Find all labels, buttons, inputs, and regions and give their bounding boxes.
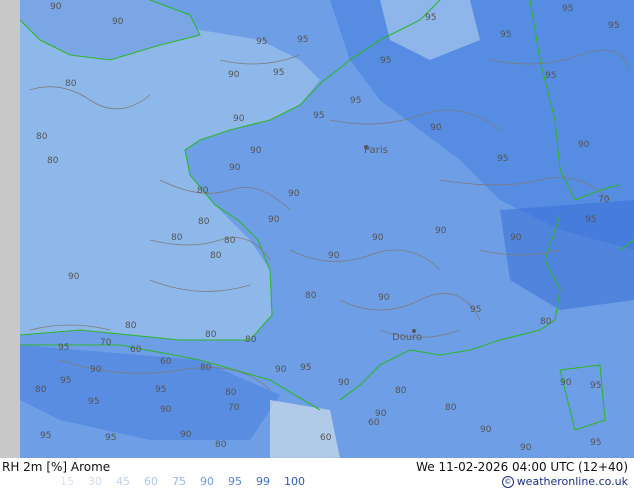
contour-value-label: 90	[328, 251, 340, 261]
scale-value: 60	[144, 475, 158, 488]
scale-value: 45	[116, 475, 130, 488]
contour-value-label: 80	[36, 132, 48, 142]
contour-value-label: 95	[608, 21, 619, 31]
contour-value-label: 95	[590, 438, 601, 448]
contour-value-label: 95	[350, 96, 361, 106]
scale-value: 15	[60, 475, 74, 488]
contour-value-label: 90	[510, 233, 522, 243]
contour-value-label: 90	[112, 17, 124, 27]
contour-value-label: 80	[305, 291, 317, 301]
scale-value: 99	[256, 475, 270, 488]
contour-value-label: 80	[210, 251, 222, 261]
contour-value-label: 95	[88, 397, 99, 407]
contour-value-label: 90	[372, 233, 384, 243]
contour-value-label: 60	[160, 357, 172, 367]
contour-value-label: 90	[520, 443, 532, 453]
contour-value-label: 90	[435, 226, 447, 236]
contour-value-label: 95	[562, 4, 573, 14]
contour-value-label: 90	[578, 140, 590, 150]
map-title: RH 2m [%] Arome	[2, 460, 111, 474]
valid-time: We 11-02-2026 04:00 UTC (12+40)	[416, 460, 628, 474]
contour-value-label: 80	[225, 388, 237, 398]
map-svg: Paris Douro 90 90 95 95 80 90 95 80 80 9…	[0, 0, 634, 458]
rh-map: Paris Douro 90 90 95 95 80 90 95 80 80 9…	[0, 0, 634, 458]
contour-value-label: 95	[497, 154, 508, 164]
legend-bar: RH 2m [%] Arome We 11-02-2026 04:00 UTC …	[0, 458, 634, 490]
scale-value: 30	[88, 475, 102, 488]
contour-value-label: 95	[590, 381, 601, 391]
contour-value-label: 95	[40, 431, 51, 441]
contour-value-label: 70	[100, 338, 112, 348]
contour-value-label: 90	[250, 146, 262, 156]
contour-value-label: 95	[155, 385, 166, 395]
contour-value-label: 80	[215, 440, 227, 450]
contour-value-label: 60	[368, 418, 380, 428]
contour-value-label: 80	[197, 186, 209, 196]
contour-value-label: 90	[160, 405, 172, 415]
contour-value-label: 90	[233, 114, 245, 124]
contour-value-label: 80	[35, 385, 47, 395]
contour-value-label: 90	[268, 215, 280, 225]
contour-value-label: 80	[205, 330, 217, 340]
contour-value-label: 95	[297, 35, 308, 45]
contour-value-label: 95	[256, 37, 267, 47]
contour-value-label: 80	[224, 236, 236, 246]
contour-value-label: 95	[313, 111, 324, 121]
credit-text: weatheronline.co.uk	[516, 475, 628, 488]
map-frame-left	[0, 0, 20, 458]
contour-value-label: 90	[68, 272, 80, 282]
contour-value-label: 80	[125, 321, 137, 331]
contour-value-label: 80	[65, 79, 77, 89]
contour-value-label: 95	[273, 68, 284, 78]
scale-value: 90	[200, 475, 214, 488]
contour-value-label: 70	[228, 403, 240, 413]
contour-value-label: 95	[545, 71, 556, 81]
contour-value-label: 70	[598, 195, 610, 205]
contour-value-label: 80	[47, 156, 59, 166]
contour-value-label: 80	[245, 335, 257, 345]
city-label-paris: Paris	[364, 145, 388, 156]
contour-value-label: 90	[180, 430, 192, 440]
contour-value-label: 80	[171, 233, 183, 243]
contour-value-label: 80	[200, 363, 212, 373]
contour-value-label: 90	[378, 293, 390, 303]
contour-value-label: 90	[480, 425, 492, 435]
contour-value-label: 90	[288, 189, 300, 199]
scale-value: 100	[284, 475, 305, 488]
credit-link[interactable]: © weatheronline.co.uk	[501, 475, 628, 488]
contour-value-label: 80	[540, 317, 552, 327]
color-scale: 15 30 45 60 75 90 95 99 100	[60, 475, 312, 488]
scale-value: 95	[228, 475, 242, 488]
contour-value-label: 95	[380, 56, 391, 66]
contour-value-label: 95	[58, 343, 69, 353]
contour-value-label: 95	[300, 363, 311, 373]
contour-value-label: 95	[425, 13, 436, 23]
city-label-douro: Douro	[392, 332, 422, 343]
scale-value: 75	[172, 475, 186, 488]
contour-value-label: 95	[500, 30, 511, 40]
contour-value-label: 95	[60, 376, 71, 386]
contour-value-label: 90	[228, 70, 240, 80]
contour-value-label: 90	[430, 123, 442, 133]
contour-value-label: 60	[320, 433, 332, 443]
copyright-icon: ©	[501, 476, 514, 488]
contour-value-label: 80	[395, 386, 407, 396]
contour-value-label: 90	[560, 378, 572, 388]
contour-value-label: 95	[470, 305, 481, 315]
contour-value-label: 90	[229, 163, 241, 173]
contour-value-label: 90	[275, 365, 287, 375]
contour-value-label: 60	[130, 345, 142, 355]
contour-value-label: 95	[105, 433, 116, 443]
contour-value-label: 80	[445, 403, 457, 413]
contour-value-label: 90	[338, 378, 350, 388]
contour-value-label: 90	[50, 2, 62, 12]
contour-value-label: 95	[585, 215, 596, 225]
contour-value-label: 90	[90, 365, 102, 375]
contour-value-label: 80	[198, 217, 210, 227]
